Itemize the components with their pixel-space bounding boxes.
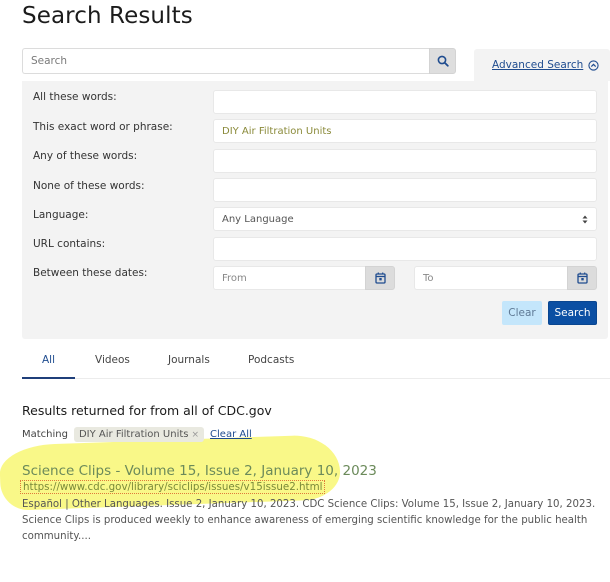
date-to-calendar-button[interactable] xyxy=(567,266,597,290)
result-tabs: All Videos Journals Podcasts xyxy=(22,348,610,379)
advanced-search-submit-button[interactable]: Search xyxy=(548,301,597,325)
filter-chip: DIY Air Filtration Units × xyxy=(73,427,205,442)
tab-journals[interactable]: Journals xyxy=(168,354,210,366)
date-to-group: To xyxy=(414,266,597,290)
all-words-input[interactable] xyxy=(213,90,597,114)
date-range-label: Between these dates: xyxy=(33,267,148,279)
date-from-calendar-button[interactable] xyxy=(365,266,395,290)
search-input[interactable] xyxy=(22,48,429,74)
clear-all-link[interactable]: Clear All xyxy=(210,429,252,440)
select-arrows-icon xyxy=(582,215,588,224)
matching-filters: Matching DIY Air Filtration Units × Clea… xyxy=(22,427,252,442)
exact-phrase-input[interactable]: DIY Air Filtration Units xyxy=(213,119,597,143)
language-select-value: Any Language xyxy=(222,213,294,225)
calendar-icon xyxy=(576,272,588,284)
advanced-search-link[interactable]: Advanced Search xyxy=(492,59,583,71)
all-words-label: All these words: xyxy=(33,91,117,103)
matching-label: Matching xyxy=(22,429,68,440)
url-contains-label: URL contains: xyxy=(33,238,106,250)
search-bar xyxy=(22,48,456,74)
active-tab-indicator xyxy=(22,377,75,379)
close-icon[interactable]: × xyxy=(191,430,199,440)
exact-phrase-label: This exact word or phrase: xyxy=(33,121,173,133)
date-from-group: From xyxy=(213,266,395,290)
any-words-input[interactable] xyxy=(213,149,597,173)
any-words-label: Any of these words: xyxy=(33,150,138,162)
result-url-link[interactable]: https://www.cdc.gov/library/sciclips/iss… xyxy=(20,480,326,494)
results-heading: Results returned for from all of CDC.gov xyxy=(22,403,272,418)
none-words-input[interactable] xyxy=(213,178,597,202)
advanced-search-panel: All these words: This exact word or phra… xyxy=(22,81,608,339)
search-button[interactable] xyxy=(429,48,456,74)
tab-podcasts[interactable]: Podcasts xyxy=(248,354,294,366)
page-title: Search Results xyxy=(22,3,193,29)
tab-all[interactable]: All xyxy=(42,354,55,366)
filter-chip-label: DIY Air Filtration Units xyxy=(78,429,189,440)
language-label: Language: xyxy=(33,209,89,221)
language-select[interactable]: Any Language xyxy=(213,207,597,231)
tab-videos[interactable]: Videos xyxy=(95,354,130,366)
search-icon xyxy=(437,55,449,67)
date-from-input[interactable]: From xyxy=(213,266,365,290)
advanced-search-toggle[interactable]: Advanced Search xyxy=(474,49,610,81)
calendar-icon xyxy=(374,272,386,284)
url-contains-input[interactable] xyxy=(213,237,597,261)
result-snippet: Español | Other Languages. Issue 2, Janu… xyxy=(22,499,596,542)
result-title-link[interactable]: Science Clips - Volume 15, Issue 2, Janu… xyxy=(22,463,377,479)
date-to-input[interactable]: To xyxy=(414,266,567,290)
clear-button[interactable]: Clear xyxy=(502,301,542,325)
chevron-up-circle-icon xyxy=(588,59,599,71)
none-words-label: None of these words: xyxy=(33,180,145,192)
